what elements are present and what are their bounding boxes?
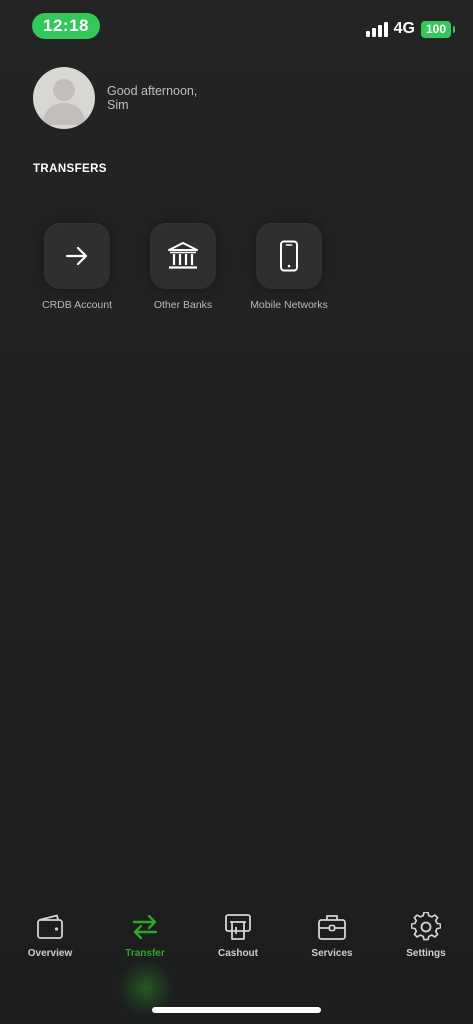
home-indicator[interactable] [152, 1007, 321, 1013]
crdb-account-option[interactable]: CRDB Account [22, 223, 132, 311]
greeting: Good afternoon, Sim [107, 84, 197, 112]
greeting-text: Good afternoon, [107, 84, 198, 98]
arrow-right-icon [65, 246, 88, 266]
briefcase-icon [318, 915, 346, 940]
bank-icon [168, 242, 198, 269]
nav-overview-label: Overview [27, 948, 73, 959]
nav-transfer-label: Transfer [125, 948, 165, 959]
mobile-networks-label: Mobile Networks [250, 299, 328, 311]
nav-transfer[interactable]: Transfer [100, 910, 190, 959]
wallet-icon [37, 914, 63, 939]
mobile-phone-icon [280, 240, 298, 272]
nav-cashout-label: Cashout [218, 948, 258, 959]
battery-icon: 100 [421, 20, 455, 38]
mobile-networks-option[interactable]: Mobile Networks [234, 223, 344, 311]
nav-cashout[interactable]: Cashout [193, 910, 283, 959]
status-bar: 12:18 4G 100 [0, 0, 473, 52]
nav-services-label: Services [311, 948, 353, 959]
status-indicators: 4G 100 [365, 19, 455, 39]
network-type: 4G [393, 20, 415, 37]
gear-icon [411, 912, 441, 941]
status-time: 12:18 [32, 13, 100, 39]
nav-services[interactable]: Services [287, 910, 377, 959]
bottom-nav: Overview Transfer Cashout Services Setti… [0, 896, 473, 976]
user-name: Sim [107, 98, 129, 112]
cellular-signal-icon [365, 21, 388, 37]
atm-icon [225, 914, 251, 940]
nav-settings-label: Settings [406, 948, 446, 959]
section-title-transfers: TRANSFERS [33, 163, 107, 175]
mobile-networks-button[interactable] [256, 223, 322, 289]
avatar[interactable] [33, 67, 95, 129]
nav-settings[interactable]: Settings [381, 910, 471, 959]
nav-overview[interactable]: Overview [5, 910, 95, 959]
app-screen: 12:18 4G 100 Good afternoon, Sim TRANSFE… [0, 0, 473, 1024]
other-banks-option[interactable]: Other Banks [128, 223, 238, 311]
other-banks-label: Other Banks [153, 299, 213, 311]
other-banks-button[interactable] [150, 223, 216, 289]
transfer-arrows-icon [132, 914, 158, 940]
avatar-placeholder-icon [42, 79, 86, 125]
crdb-account-label: CRDB Account [41, 299, 113, 311]
crdb-account-button[interactable] [44, 223, 110, 289]
